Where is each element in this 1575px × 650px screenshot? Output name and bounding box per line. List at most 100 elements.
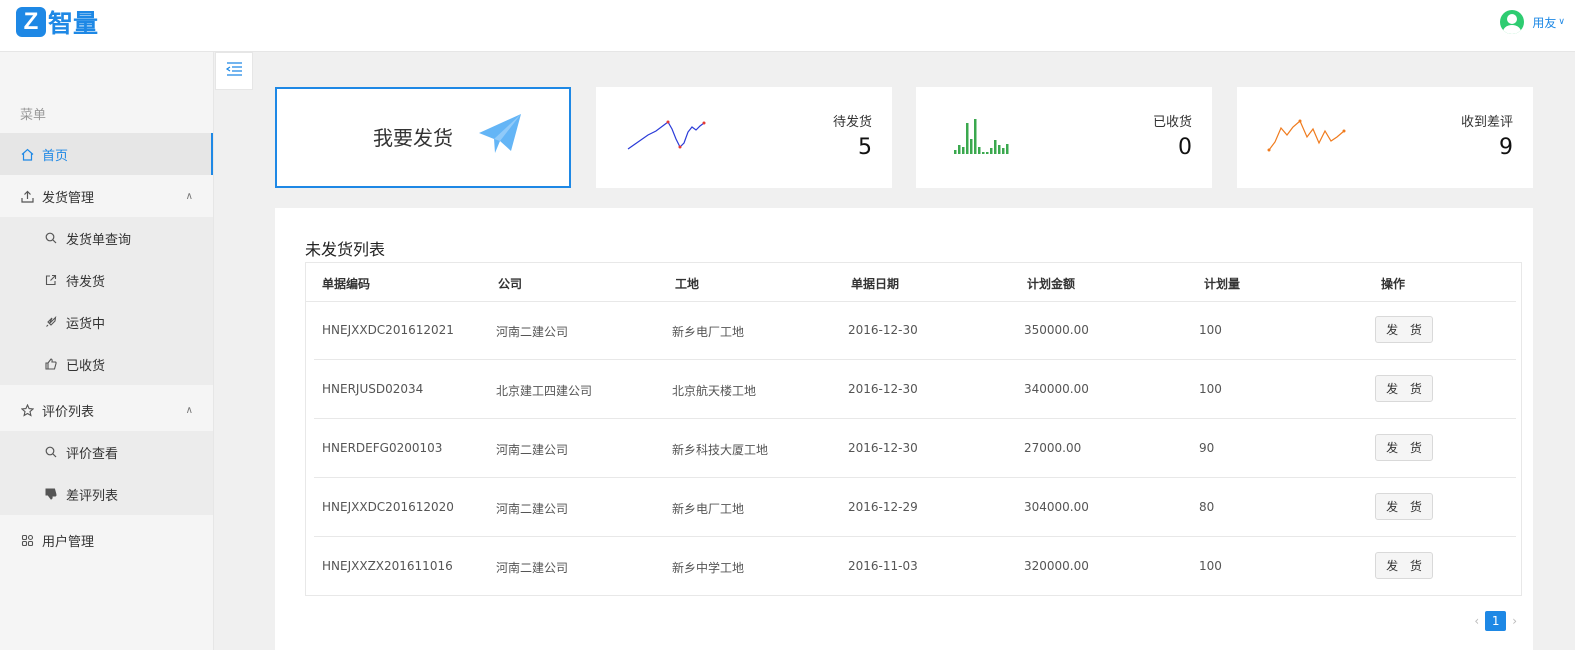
- ship-button[interactable]: 发 货: [1375, 434, 1433, 461]
- cell-amount: 320000.00: [1024, 559, 1089, 573]
- sidebar-item-label: 用户管理: [42, 534, 95, 550]
- sidebar-item-label: 已收货: [66, 358, 106, 374]
- sidebar-item-home[interactable]: 首页: [0, 133, 213, 175]
- sidebar-group-shipping[interactable]: 发货管理 ∧: [0, 175, 213, 217]
- column-header-code: 单据编码: [322, 277, 371, 291]
- negative-review-stat-card[interactable]: 收到差评 9: [1237, 87, 1533, 188]
- table-row: HNERDEFG0200103 河南二建公司 新乡科技大厦工地 2016-12-…: [314, 420, 1516, 478]
- cell-site: 北京航天楼工地: [672, 384, 757, 398]
- users-icon: [20, 533, 34, 547]
- pagination: ‹ 1 ›: [1474, 611, 1517, 631]
- cell-amount: 27000.00: [1024, 441, 1082, 455]
- column-header-site: 工地: [675, 277, 700, 291]
- search-icon: [44, 445, 58, 459]
- cell-date: 2016-11-03: [848, 559, 918, 573]
- sidebar-item-label: 评价查看: [66, 446, 119, 462]
- sidebar-item-order-query[interactable]: 发货单查询: [0, 217, 213, 259]
- cell-code: HNEJXXDC201612021: [322, 323, 454, 337]
- sidebar-item-label: 发货单查询: [66, 232, 132, 248]
- ship-button[interactable]: 发 货: [1375, 552, 1433, 579]
- sidebar-group-reviews[interactable]: 评价列表 ∧: [0, 389, 213, 431]
- negative-review-sparkline: [1267, 119, 1346, 152]
- unshipped-list-panel: 未发货列表 单据编码 公司 工地 单据日期 计划金额 计划量 操作 HNEJXX…: [275, 208, 1533, 650]
- cell-code: HNERJUSD02034: [322, 382, 424, 396]
- cell-date: 2016-12-30: [848, 441, 918, 455]
- sidebar-item-label: 运货中: [66, 316, 106, 332]
- sidebar: 菜单 首页 发货管理 ∧ 发货单查询 待发货 运货中 已收货 评价列表 ∧ 评价…: [0, 52, 214, 650]
- table-row: HNERJUSD02034 北京建工四建公司 北京航天楼工地 2016-12-3…: [314, 361, 1516, 419]
- send-shipment-label: 我要发货: [373, 126, 453, 150]
- sidebar-item-in-transit[interactable]: 运货中: [0, 301, 213, 343]
- cell-company: 河南二建公司: [496, 325, 569, 339]
- cell-code: HNERDEFG0200103: [322, 441, 443, 455]
- app-logo[interactable]: Z + 智量: [16, 5, 98, 39]
- thumbs-up-icon: [44, 357, 58, 371]
- column-header-date: 单据日期: [851, 277, 900, 291]
- table-row: HNEJXXDC201612021 河南二建公司 新乡电厂工地 2016-12-…: [314, 302, 1516, 360]
- external-link-icon: [44, 273, 58, 287]
- cell-amount: 350000.00: [1024, 323, 1089, 337]
- search-icon: [44, 231, 58, 245]
- received-stat-card[interactable]: 已收货 0: [916, 87, 1212, 188]
- negative-review-stat-label: 收到差评: [1460, 115, 1513, 130]
- cell-company: 河南二建公司: [496, 443, 569, 457]
- panel-title: 未发货列表: [305, 240, 386, 259]
- cell-quantity: 90: [1199, 441, 1215, 455]
- cell-amount: 340000.00: [1024, 382, 1089, 396]
- cell-date: 2016-12-30: [848, 323, 918, 337]
- menu-title: 菜单: [20, 108, 47, 123]
- received-stat-value: 0: [1178, 135, 1192, 160]
- send-shipment-card[interactable]: 我要发货: [275, 87, 571, 188]
- star-icon: [20, 403, 34, 417]
- sidebar-item-label: 评价列表: [42, 404, 95, 420]
- cell-code: HNEJXXZX201611016: [322, 559, 453, 573]
- column-header-action: 操作: [1381, 277, 1406, 291]
- cell-company: 河南二建公司: [496, 502, 569, 516]
- column-header-company: 公司: [498, 277, 523, 291]
- user-avatar-icon: [1500, 10, 1525, 34]
- sidebar-item-label: 首页: [42, 148, 69, 164]
- sidebar-item-received[interactable]: 已收货: [0, 343, 213, 385]
- sidebar-item-negative-reviews[interactable]: 差评列表: [0, 473, 213, 515]
- chevron-up-icon: ∧: [185, 190, 193, 202]
- cell-code: HNEJXXDC201612020: [322, 500, 454, 514]
- sidebar-collapse-button[interactable]: [215, 52, 253, 90]
- user-name: 用友: [1532, 15, 1557, 30]
- prev-page-button[interactable]: ‹: [1474, 614, 1479, 628]
- logo-text: 智量: [48, 9, 99, 38]
- page-number-button[interactable]: 1: [1485, 611, 1507, 631]
- paper-plane-icon: [477, 111, 523, 161]
- pending-stat-label: 待发货: [832, 115, 872, 130]
- sidebar-item-review-view[interactable]: 评价查看: [0, 431, 213, 473]
- sidebar-item-label: 发货管理: [42, 190, 95, 206]
- cell-date: 2016-12-30: [848, 382, 918, 396]
- received-sparkline: [954, 119, 1009, 154]
- logo-badge: Z +: [16, 7, 51, 37]
- thumbs-down-icon: [44, 487, 58, 501]
- chevron-down-icon: ∨: [1558, 17, 1565, 27]
- sidebar-item-label: 差评列表: [66, 488, 119, 504]
- cell-amount: 304000.00: [1024, 500, 1089, 514]
- table-header: 单据编码 公司 工地 单据日期 计划金额 计划量 操作: [306, 263, 1516, 302]
- table-row: HNEJXXZX201611016 河南二建公司 新乡中学工地 2016-11-…: [314, 538, 1516, 596]
- column-header-quantity: 计划量: [1204, 277, 1241, 291]
- pending-stat-card[interactable]: 待发货 5: [596, 87, 892, 188]
- cell-quantity: 100: [1199, 382, 1222, 396]
- pending-stat-value: 5: [858, 135, 872, 160]
- ship-button[interactable]: 发 货: [1375, 316, 1433, 343]
- cell-site: 新乡中学工地: [672, 561, 745, 575]
- sidebar-item-users[interactable]: 用户管理: [0, 519, 213, 561]
- logo-letter: Z: [23, 8, 39, 35]
- ship-button[interactable]: 发 货: [1375, 375, 1433, 402]
- ship-button[interactable]: 发 货: [1375, 493, 1433, 520]
- cell-company: 河南二建公司: [496, 561, 569, 575]
- user-menu[interactable]: 用友 ∨: [1500, 10, 1565, 34]
- cell-date: 2016-12-29: [848, 500, 918, 514]
- upload-icon: [20, 189, 34, 203]
- cell-site: 新乡电厂工地: [672, 325, 745, 339]
- sidebar-item-label: 待发货: [66, 274, 106, 290]
- pending-sparkline: [627, 120, 706, 150]
- next-page-button[interactable]: ›: [1512, 614, 1517, 628]
- collapse-menu-icon: [225, 61, 243, 81]
- sidebar-item-pending[interactable]: 待发货: [0, 259, 213, 301]
